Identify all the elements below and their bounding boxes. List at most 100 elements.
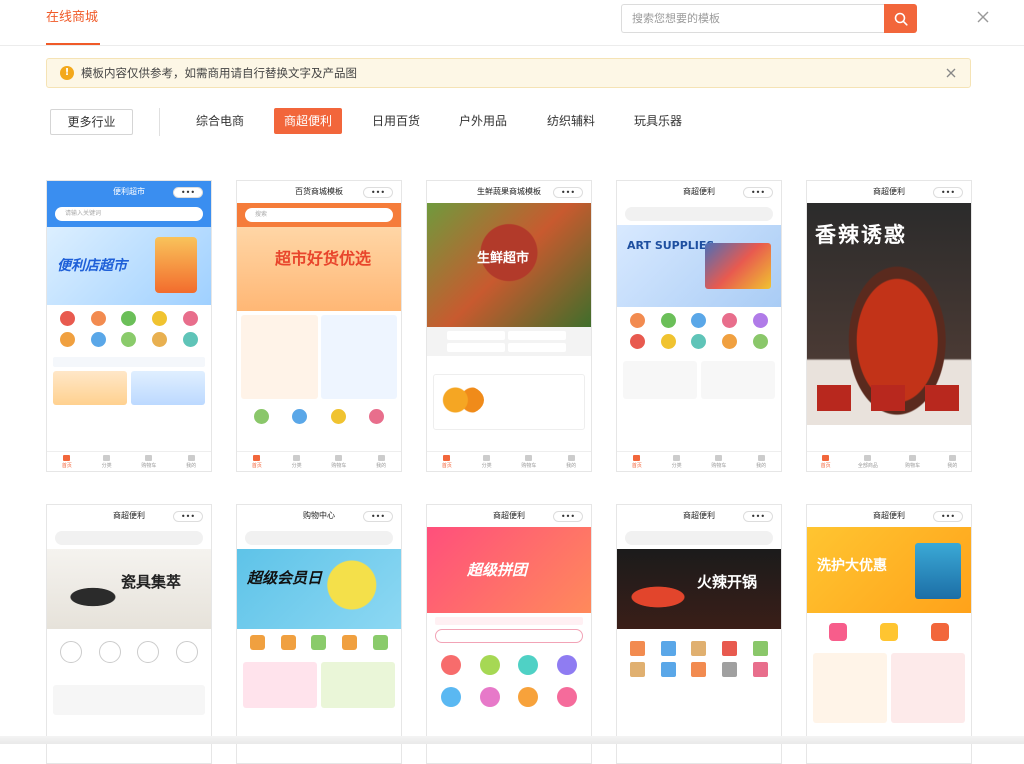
category-icon[interactable]: [623, 641, 652, 658]
category-icon[interactable]: [746, 662, 775, 679]
category-icon[interactable]: [472, 655, 509, 677]
category-icon[interactable]: [243, 409, 280, 426]
tab-category[interactable]: 玩具乐器: [624, 108, 692, 134]
category-icon[interactable]: [654, 662, 683, 679]
category-icon[interactable]: [115, 311, 144, 328]
category-icon[interactable]: [654, 313, 683, 330]
tag-button[interactable]: [447, 331, 505, 340]
category-icon[interactable]: [433, 655, 470, 677]
mini-search-input: [625, 207, 773, 221]
category-icon[interactable]: [715, 662, 744, 679]
category-icon[interactable]: [715, 641, 744, 658]
category-icon[interactable]: [746, 313, 775, 330]
template-card[interactable]: 百货商城模板 ••• 搜索 超市好货优选 首页 分类 购物车 我的: [236, 180, 402, 472]
category-icon[interactable]: [746, 334, 775, 351]
menu-capsule: •••: [933, 187, 963, 198]
template-card[interactable]: 便利超市 ••• 请输入关键词 便利店超市 首页 分类 购物车 我的: [46, 180, 212, 472]
nav-item: 购物车: [521, 455, 536, 469]
category-icon[interactable]: [654, 641, 683, 658]
product-image: [705, 243, 771, 289]
category-icon[interactable]: [335, 635, 364, 652]
category-icon[interactable]: [623, 313, 652, 330]
card-title-bar: 商超便利 •••: [807, 505, 971, 527]
menu-capsule: •••: [743, 511, 773, 522]
template-card[interactable]: 商超便利 ••• 香辣诱惑 首页 全部商品 购物车 我的: [806, 180, 972, 472]
category-icon-grid: [47, 629, 211, 671]
category-icon[interactable]: [53, 332, 82, 349]
bottom-nav: 首页 全部商品 购物车 我的: [807, 451, 971, 471]
tab-category[interactable]: 综合电商: [186, 108, 254, 134]
category-icon[interactable]: [282, 409, 319, 426]
category-icon[interactable]: [115, 332, 144, 349]
close-button[interactable]: [974, 8, 992, 26]
hero-text: 洗护大优惠: [817, 558, 887, 574]
menu-capsule: •••: [933, 511, 963, 522]
template-card[interactable]: 生鲜蔬果商城模板 ••• 生鲜超市 首页 分类 购物车 我的: [426, 180, 592, 472]
category-icon[interactable]: [715, 334, 744, 351]
category-icon[interactable]: [685, 641, 714, 658]
category-icon[interactable]: [685, 313, 714, 330]
template-card[interactable]: 商超便利 ••• 洗护大优惠: [806, 504, 972, 764]
template-card[interactable]: 商超便利 ••• ART SUPPLIES 首页 分类 购物车 我的: [616, 180, 782, 472]
template-card[interactable]: 商超便利 ••• 瓷具集萃: [46, 504, 212, 764]
nav-item: 我的: [947, 455, 957, 469]
category-icon[interactable]: [320, 409, 357, 426]
category-icon[interactable]: [305, 635, 334, 652]
category-icon[interactable]: [623, 334, 652, 351]
hero-banner: 超级会员日: [237, 549, 401, 629]
category-icon[interactable]: [623, 662, 652, 679]
category-icon[interactable]: [53, 641, 90, 665]
category-icon[interactable]: [84, 332, 113, 349]
tag-button[interactable]: [508, 331, 566, 340]
tag-button[interactable]: [508, 343, 566, 352]
category-icon[interactable]: [549, 655, 586, 677]
category-icon[interactable]: [510, 687, 547, 709]
category-icon[interactable]: [130, 641, 167, 665]
tab-category-active[interactable]: 商超便利: [274, 108, 343, 134]
category-icon[interactable]: [654, 334, 683, 351]
search-button[interactable]: [884, 4, 917, 33]
category-icon[interactable]: [243, 635, 272, 652]
category-icon[interactable]: [813, 623, 862, 643]
category-icon[interactable]: [864, 623, 913, 643]
notice-close-button[interactable]: [944, 66, 958, 80]
category-icon[interactable]: [53, 311, 82, 328]
category-icon[interactable]: [549, 687, 586, 709]
category-icon[interactable]: [176, 332, 205, 349]
search-input[interactable]: [621, 4, 885, 33]
tab-category[interactable]: 纺织辅料: [537, 108, 605, 134]
category-icon[interactable]: [359, 409, 396, 426]
category-icon[interactable]: [916, 623, 965, 643]
category-icon[interactable]: [84, 311, 113, 328]
category-icon[interactable]: [685, 334, 714, 351]
brand-tab[interactable]: 在线商城: [46, 0, 101, 46]
tab-category[interactable]: 户外用品: [449, 108, 517, 134]
tab-category[interactable]: 日用百货: [362, 108, 430, 134]
category-icon[interactable]: [472, 687, 509, 709]
category-icon[interactable]: [685, 662, 714, 679]
template-card[interactable]: 商超便利 ••• 超级拼团: [426, 504, 592, 764]
category-icon[interactable]: [274, 635, 303, 652]
category-icon[interactable]: [145, 311, 174, 328]
category-icon[interactable]: [366, 635, 395, 652]
category-icon[interactable]: [433, 687, 470, 709]
category-icon[interactable]: [715, 313, 744, 330]
more-industries-button[interactable]: 更多行业: [50, 109, 133, 135]
promo-block: [623, 361, 697, 399]
hero-text: 便利店超市: [57, 258, 127, 274]
hero-text: 瓷具集萃: [121, 573, 182, 591]
category-icon[interactable]: [746, 641, 775, 658]
category-icon[interactable]: [510, 655, 547, 677]
category-icon[interactable]: [169, 641, 206, 665]
template-card[interactable]: 商超便利 ••• 火辣开锅: [616, 504, 782, 764]
tag-button[interactable]: [447, 343, 505, 352]
category-icon[interactable]: [145, 332, 174, 349]
category-icon[interactable]: [92, 641, 129, 665]
hero-banner: 生鲜超市: [427, 203, 591, 327]
template-card[interactable]: 购物中心 ••• 超级会员日: [236, 504, 402, 764]
recommend-strip: [53, 685, 205, 715]
nav-item: 我的: [756, 455, 766, 469]
category-icon[interactable]: [176, 311, 205, 328]
menu-capsule: •••: [173, 511, 203, 522]
category-icon-grid: [807, 613, 971, 649]
